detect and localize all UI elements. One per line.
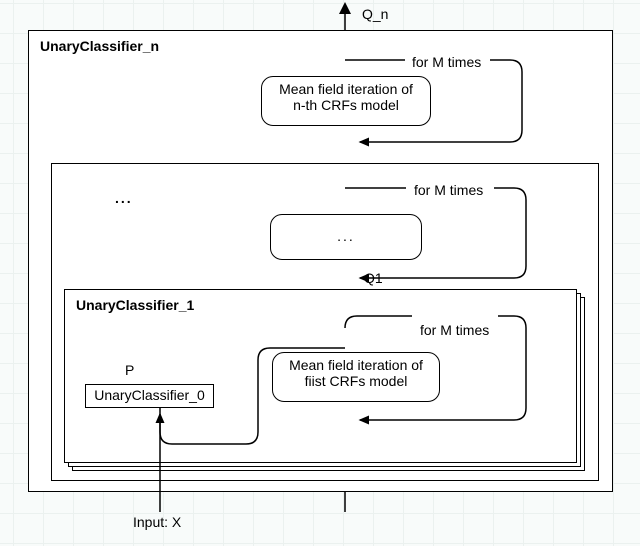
block-ellipsis: ... [270, 214, 422, 260]
mid-box-ellipsis-title: ... [115, 190, 133, 206]
inner-box-title: UnaryClassifier_1 [76, 297, 194, 313]
diagram-canvas: UnaryClassifier_n Mean field iteration o… [0, 0, 640, 546]
block-unaryclassifier-0: UnaryClassifier_0 [85, 384, 214, 408]
block-n-line2: n-th CRFs model [262, 97, 430, 113]
loop-n-label: for M times [412, 54, 481, 70]
block-n-line1: Mean field iteration of [262, 81, 430, 97]
block-1-line1: Mean field iteration of [273, 357, 439, 373]
block-meanfield-1: Mean field iteration of fiist CRFs model [272, 352, 440, 402]
block-meanfield-n: Mean field iteration of n-th CRFs model [261, 76, 431, 126]
loop-1-label: for M times [420, 322, 489, 338]
input-label: Input: X [133, 514, 181, 530]
q1-label: Q1 [364, 270, 383, 286]
p-label: P [125, 362, 134, 378]
output-label-qn: Q_n [362, 6, 388, 22]
block-1-line2: fiist CRFs model [273, 373, 439, 389]
loop-mid-label: for M times [414, 182, 483, 198]
outer-box-title: UnaryClassifier_n [40, 38, 159, 54]
